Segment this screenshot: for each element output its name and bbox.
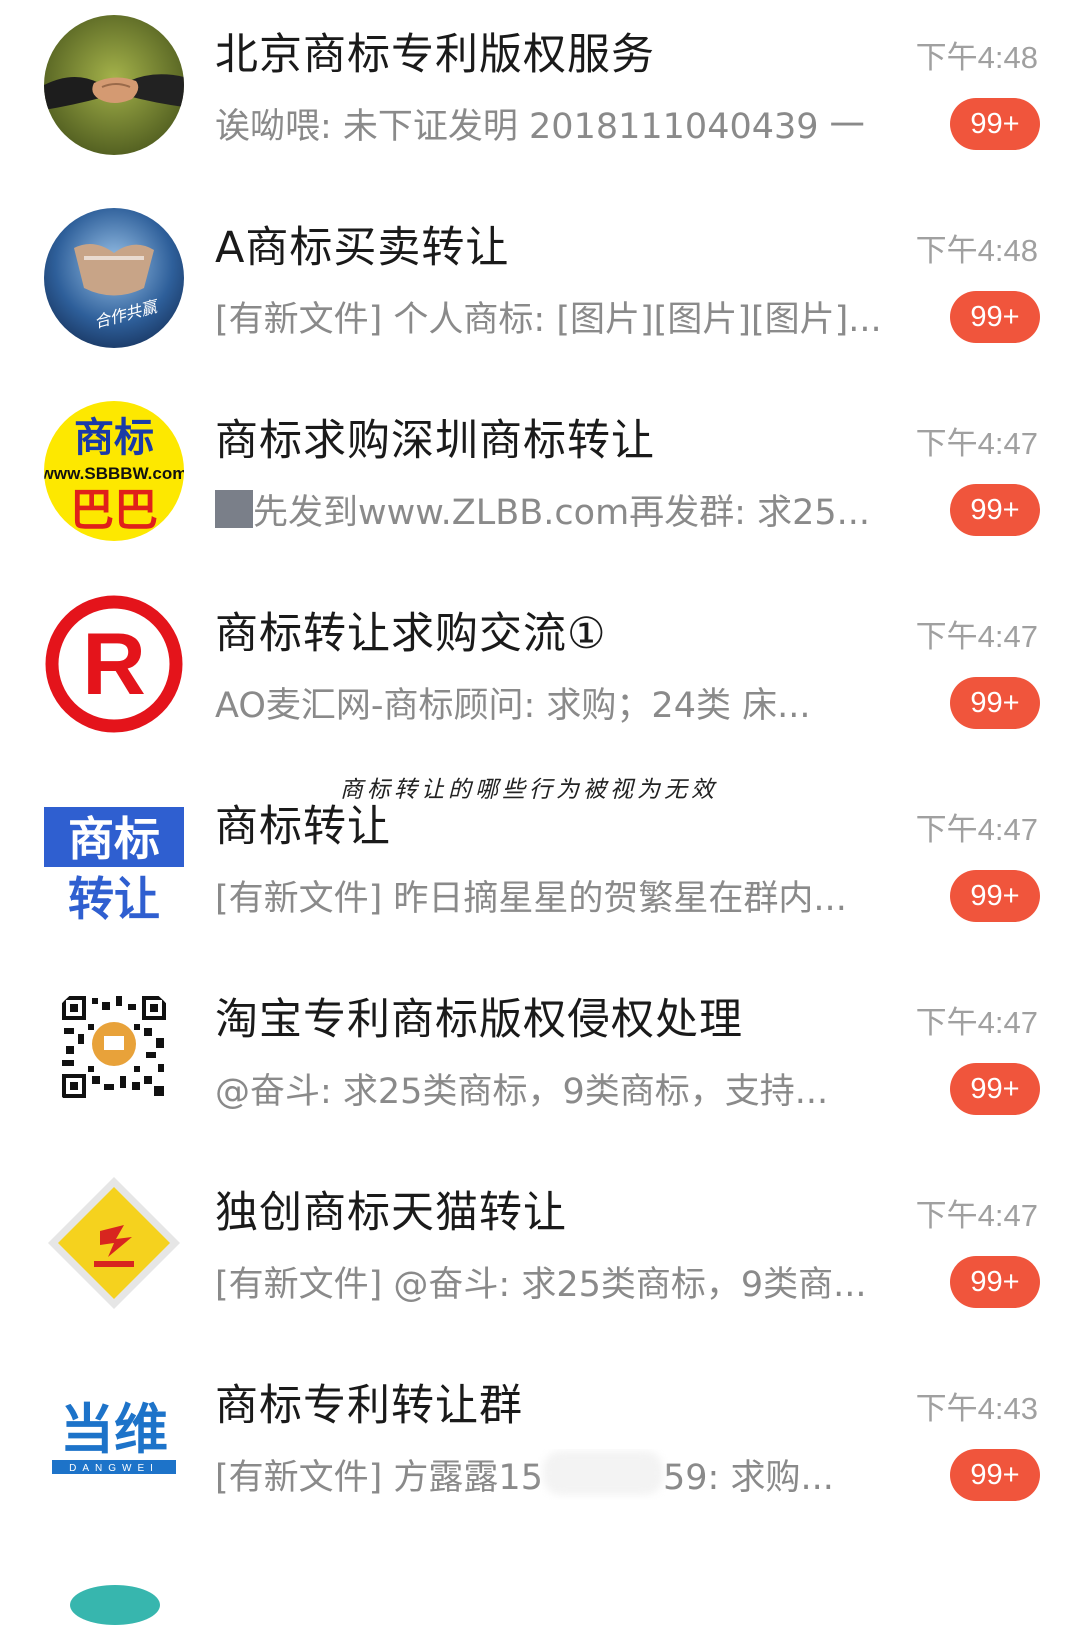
chat-name: 商标转让求购交流① [215,609,607,659]
chat-preview-text: 59: 求购... [662,1458,834,1498]
chat-time: 下午4:48 [915,233,1038,268]
unread-badge: 99+ [950,1063,1040,1115]
qr-code-avatar [44,980,184,1120]
chat-name: 商标求购深圳商标转让 [215,416,655,466]
cooperation-avatar: 合作共赢 [44,208,184,348]
avatar-text-bottom: 巴巴 [70,485,158,536]
chat-name: 北京商标专利版权服务 [215,30,655,80]
chat-preview: @奋斗: 求25类商标，9类商标，支持... [215,1072,829,1112]
chat-time: 下午4:43 [915,1391,1038,1426]
diamond-logo-avatar [44,1173,184,1313]
chat-time: 下午4:47 [915,619,1038,654]
chat-row[interactable]: 北京商标专利版权服务 诶呦喂: 未下证发明 2018111040439 一 下午… [0,2,1080,195]
chat-row[interactable]: 当维 DANGWEI 商标专利转让群 [有新文件] 方露露15 59: 求购...… [0,1353,1080,1546]
chat-preview-text: [有新文件] 方露露15 [215,1458,543,1498]
avatar-text-mid: www.SBBBW.com [44,464,184,483]
unread-badge: 99+ [950,870,1040,922]
unread-badge: 99+ [950,98,1040,150]
avatar-text-bottom: 转让 [68,872,160,926]
dangwei-logo-avatar: 当维 DANGWEI [44,1366,184,1506]
sbbbw-logo-avatar: 商标 www.SBBBW.com 巴巴 [44,401,184,541]
chat-row[interactable]: 商标 www.SBBBW.com 巴巴 商标求购深圳商标转让 先发到www.ZL… [0,388,1080,581]
chat-preview: AO麦汇网-商标顾问: 求购；24类 床... [215,686,811,726]
unread-badge: 99+ [950,291,1040,343]
redacted-block [215,490,253,528]
avatar-letter: R [82,614,146,713]
chat-name: 淘宝专利商标版权侵权处理 [215,995,743,1045]
chat-row[interactable]: 独创商标天猫转让 [有新文件] @奋斗: 求25类商标，9类商... 下午4:4… [0,1160,1080,1353]
registered-mark-avatar: R [44,594,184,734]
chat-row[interactable]: R 商标转让求购交流① AO麦汇网-商标顾问: 求购；24类 床... 下午4:… [0,581,1080,774]
overlay-caption: 商标转让的哪些行为被视为无效 [340,777,718,803]
chat-row[interactable]: 合作共赢 A商标买卖转让 [有新文件] 个人商标: [图片][图片][图片]..… [0,195,1080,388]
unread-badge: 99+ [950,1256,1040,1308]
chat-preview: 先发到www.ZLBB.com再发群: 求25... [215,484,895,535]
unread-badge: 99+ [950,484,1040,536]
avatar-subtext: DANGWEI [69,1463,159,1474]
handshake-avatar [44,15,184,155]
chat-preview: [有新文件] 个人商标: [图片][图片][图片]... [215,300,882,340]
chat-time: 下午4:48 [915,40,1038,75]
chat-name: 商标专利转让群 [215,1381,523,1431]
chat-time: 下午4:47 [915,426,1038,461]
unread-badge: 99+ [950,1449,1040,1501]
chat-preview-text: 先发到www.ZLBB.com再发群: 求25... [253,493,870,533]
chat-preview: [有新文件] 昨日摘星星的贺繁星在群内... [215,879,847,919]
chat-name: 独创商标天猫转让 [215,1188,567,1238]
avatar-text-top: 商标 [68,812,160,866]
avatar-text-top: 商标 [74,415,154,461]
avatar-text: 当维 [60,1398,168,1461]
chat-time: 下午4:47 [915,1198,1038,1233]
unread-badge: 99+ [950,677,1040,729]
chat-time: 下午4:47 [915,1005,1038,1040]
chat-name: A商标买卖转让 [215,223,510,273]
chat-preview: [有新文件] @奋斗: 求25类商标，9类商... [215,1265,867,1305]
trademark-transfer-avatar: 商标 转让 [44,787,184,927]
chat-preview: [有新文件] 方露露15 59: 求购... [215,1449,895,1500]
chat-time: 下午4:47 [915,812,1038,847]
chat-preview: 诶呦喂: 未下证发明 2018111040439 一 [215,107,865,147]
redaction-blur [542,1451,663,1495]
next-chat-avatar[interactable] [70,1585,160,1625]
chat-row[interactable]: 淘宝专利商标版权侵权处理 @奋斗: 求25类商标，9类商标，支持... 下午4:… [0,967,1080,1160]
